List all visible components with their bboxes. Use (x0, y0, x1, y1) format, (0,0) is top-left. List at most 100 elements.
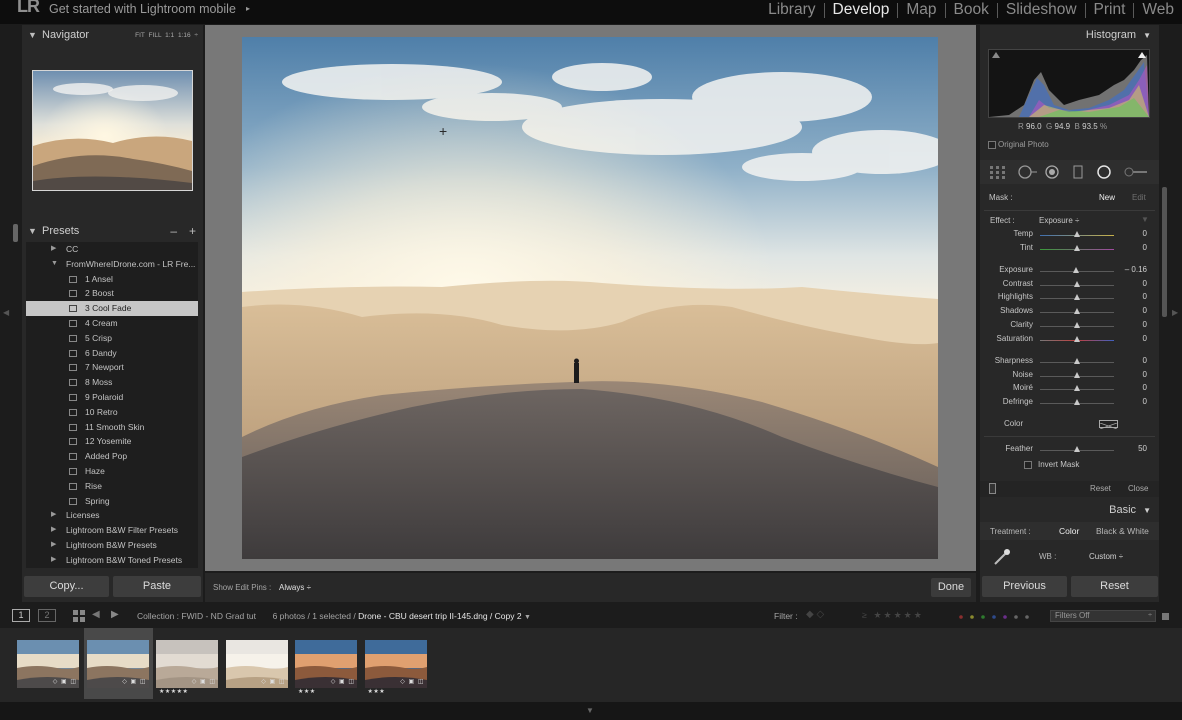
filters-select[interactable]: Filters Off ÷ (1050, 610, 1156, 622)
slider-tint[interactable]: Tint 0 (980, 243, 1159, 256)
preset-item[interactable]: Haze (26, 464, 198, 479)
collapse-triangle-icon[interactable]: ▼ (28, 222, 37, 241)
grid-view-icon[interactable] (73, 610, 85, 622)
module-library[interactable]: Library (760, 0, 823, 24)
navigator-zoom-options[interactable]: FIT FILL 1:1 1:16 ÷ (135, 26, 198, 45)
preset-folder[interactable]: ▶ CC (26, 242, 198, 257)
chevron-down-icon[interactable]: ▼ (524, 614, 531, 621)
graduated-filter-icon[interactable] (1073, 165, 1083, 179)
preset-folder[interactable]: ▶ Lightroom B&W Presets (26, 538, 198, 553)
preset-folder[interactable]: ▶ Lightroom B&W Filter Presets (26, 523, 198, 538)
slider-temp[interactable]: Temp 0 (980, 229, 1159, 242)
preset-folder[interactable]: ▶ Licenses (26, 508, 198, 523)
preset-folder[interactable]: ▶ Lightroom B&W Toned Presets (26, 553, 198, 568)
current-filename[interactable]: Drone - CBU desert trip II-145.dng / Cop… (358, 611, 521, 621)
disclosure-closed-icon[interactable]: ▶ (51, 242, 56, 257)
histogram-header[interactable]: Histogram ▼ (1086, 26, 1151, 45)
collapse-triangle-icon[interactable]: ▼ (1143, 506, 1151, 515)
preset-item[interactable]: Rise (26, 479, 198, 494)
disclosure-closed-icon[interactable]: ▶ (51, 553, 56, 568)
preset-item[interactable]: 2 Boost (26, 286, 198, 301)
show-edit-pins-select[interactable]: Always ÷ (279, 583, 311, 592)
slider-saturation[interactable]: Saturation 0 (980, 334, 1159, 347)
preset-item[interactable]: 3 Cool Fade (26, 301, 198, 316)
remove-preset-button[interactable]: – (170, 222, 177, 241)
treatment-bw-button[interactable]: Black & White (1096, 526, 1149, 536)
copy-button[interactable]: Copy... (24, 576, 109, 597)
slider-value[interactable]: 0 (1143, 356, 1147, 365)
mask-new-button[interactable]: New (1099, 193, 1115, 202)
slider-thumb[interactable] (1074, 385, 1080, 391)
collapse-filmstrip-icon[interactable]: ▼ (586, 706, 594, 715)
preset-item[interactable]: Spring (26, 494, 198, 509)
slider-thumb[interactable] (1074, 358, 1080, 364)
radial-filter-icon[interactable] (1096, 165, 1112, 179)
forward-arrow-icon[interactable]: ▶ (111, 609, 119, 620)
navigator-preview[interactable] (32, 70, 193, 191)
previous-button[interactable]: Previous (982, 576, 1067, 597)
preset-item[interactable]: 5 Crisp (26, 331, 198, 346)
preset-item[interactable]: 6 Dandy (26, 346, 198, 361)
slider-value[interactable]: 0 (1143, 279, 1147, 288)
preset-item[interactable]: 9 Polaroid (26, 390, 198, 405)
slider-value[interactable]: 0 (1143, 243, 1147, 252)
color-swatch[interactable] (1099, 420, 1118, 430)
star-filter-icon[interactable]: ≥ ★★★★★ (862, 610, 924, 621)
preset-item[interactable]: 7 Newport (26, 360, 198, 375)
back-arrow-icon[interactable]: ◀ (92, 609, 100, 620)
slider-value[interactable]: 0 (1143, 229, 1147, 238)
slider-thumb[interactable] (1074, 308, 1080, 315)
slider-thumb[interactable] (1074, 398, 1080, 405)
color-label-filter[interactable] (958, 612, 1032, 619)
slider-value[interactable]: 0 (1143, 383, 1147, 392)
filmstrip-thumbnail[interactable]: ◇ ▣ ◫ (14, 628, 83, 699)
disclosure-closed-icon[interactable]: ▶ (51, 508, 56, 523)
original-photo-checkbox[interactable] (988, 141, 996, 149)
highlight-clipping-icon[interactable] (1138, 52, 1146, 58)
slider-thumb[interactable] (1074, 446, 1080, 452)
slider-value[interactable]: 0 (1143, 397, 1147, 406)
filmstrip-thumbnail[interactable]: ◇ ▣ ◫ ★★★ (292, 628, 361, 699)
collapse-triangle-icon[interactable]: ▼ (28, 26, 37, 45)
paste-button[interactable]: Paste (113, 576, 201, 597)
flag-filter-icon[interactable]: ◆ ◇ (806, 609, 824, 620)
thumbnail-badges-icon[interactable]: ◇ ▣ ◫ (122, 678, 146, 685)
slider-moir[interactable]: Moiré 0 (980, 383, 1159, 396)
play-arrow-icon[interactable]: ▸ (246, 4, 250, 13)
preset-item[interactable]: 4 Cream (26, 316, 198, 331)
slider-value[interactable]: 0 (1143, 334, 1147, 343)
filmstrip-thumbnail[interactable]: ◇ ▣ ◫ (223, 628, 292, 699)
main-photo[interactable]: + (242, 37, 938, 559)
effect-select[interactable]: Exposure ÷ (1039, 216, 1079, 225)
invert-mask-checkbox[interactable] (1024, 461, 1032, 469)
presets-header[interactable]: ▼ Presets – + (22, 222, 203, 241)
red-eye-icon[interactable] (1044, 165, 1060, 179)
module-develop[interactable]: Develop (825, 0, 898, 24)
module-web[interactable]: Web (1134, 0, 1182, 24)
slider-value[interactable]: 0 (1143, 292, 1147, 301)
slider-thumb[interactable] (1074, 280, 1080, 287)
preset-item[interactable]: 10 Retro (26, 405, 198, 420)
slider-thumb[interactable] (1074, 371, 1080, 378)
slider-defringe[interactable]: Defringe 0 (980, 397, 1159, 410)
preset-item[interactable]: 11 Smooth Skin (26, 420, 198, 435)
slider-thumb[interactable] (1074, 231, 1080, 237)
treatment-color-button[interactable]: Color (1059, 526, 1079, 536)
feather-value[interactable]: 50 (1138, 444, 1147, 453)
add-preset-button[interactable]: + (189, 222, 196, 241)
preset-item[interactable]: 8 Moss (26, 375, 198, 390)
slider-thumb[interactable] (1074, 321, 1080, 328)
slider-value[interactable]: 0 (1143, 306, 1147, 315)
slider-value[interactable]: – 0.16 (1125, 265, 1147, 274)
slider-noise[interactable]: Noise 0 (980, 370, 1159, 383)
slider-thumb[interactable] (1074, 244, 1080, 251)
main-window-button[interactable]: 1 (12, 609, 30, 622)
collapse-left-panel-icon[interactable]: ◀ (3, 308, 9, 317)
filter-lock-icon[interactable] (1162, 613, 1169, 620)
disclosure-open-icon[interactable]: ▼ (51, 257, 58, 272)
white-balance-selector-icon[interactable] (992, 547, 1012, 567)
right-scrollbar[interactable] (1162, 187, 1167, 317)
slider-value[interactable]: 0 (1143, 370, 1147, 379)
preset-item[interactable]: Added Pop (26, 449, 198, 464)
wb-select[interactable]: Custom ÷ (1089, 552, 1123, 561)
